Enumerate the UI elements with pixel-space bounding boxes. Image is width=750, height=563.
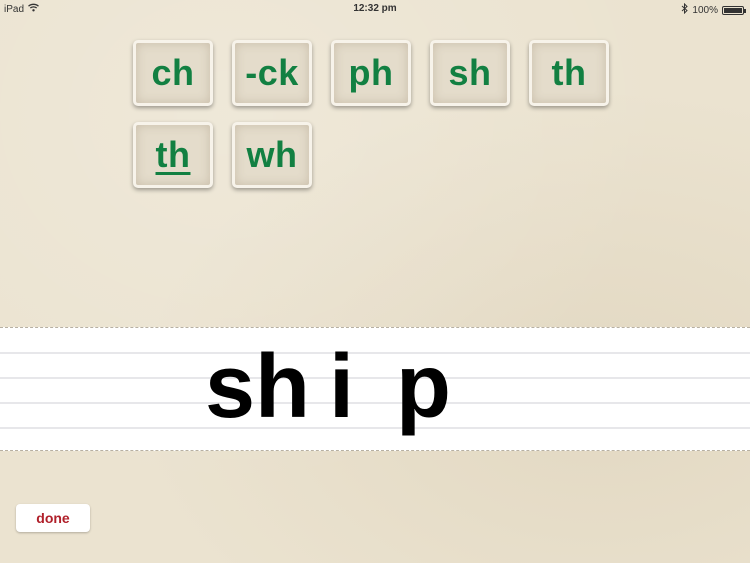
status-bar: iPad 12:32 pm 100% (0, 0, 750, 18)
built-word: sh i p (0, 337, 750, 447)
tile-label: sh (448, 52, 492, 93)
tile-label: ph (348, 52, 394, 93)
tile-ph[interactable]: ph (331, 40, 411, 106)
tile-ck[interactable]: -ck (232, 40, 312, 106)
tile-th-voiced[interactable]: th (133, 122, 213, 188)
status-right: 100% (681, 2, 746, 17)
bluetooth-icon (681, 2, 689, 17)
word-part-i[interactable]: i (329, 337, 354, 437)
word-part-p[interactable]: p (396, 337, 451, 437)
tile-sh[interactable]: sh (430, 40, 510, 106)
tile-ch[interactable]: ch (133, 40, 213, 106)
tile-label: ch (151, 52, 195, 93)
done-button[interactable]: done (16, 504, 90, 532)
tile-label: th (155, 134, 191, 175)
tile-label: wh (246, 134, 298, 175)
tile-label: th (551, 52, 587, 93)
tile-th[interactable]: th (529, 40, 609, 106)
battery-icon (722, 5, 746, 15)
battery-percent: 100% (692, 4, 718, 16)
tile-label: -ck (245, 52, 299, 93)
tile-wh[interactable]: wh (232, 122, 312, 188)
status-time: 12:32 pm (353, 3, 397, 14)
word-part-sh[interactable]: sh (205, 337, 310, 437)
